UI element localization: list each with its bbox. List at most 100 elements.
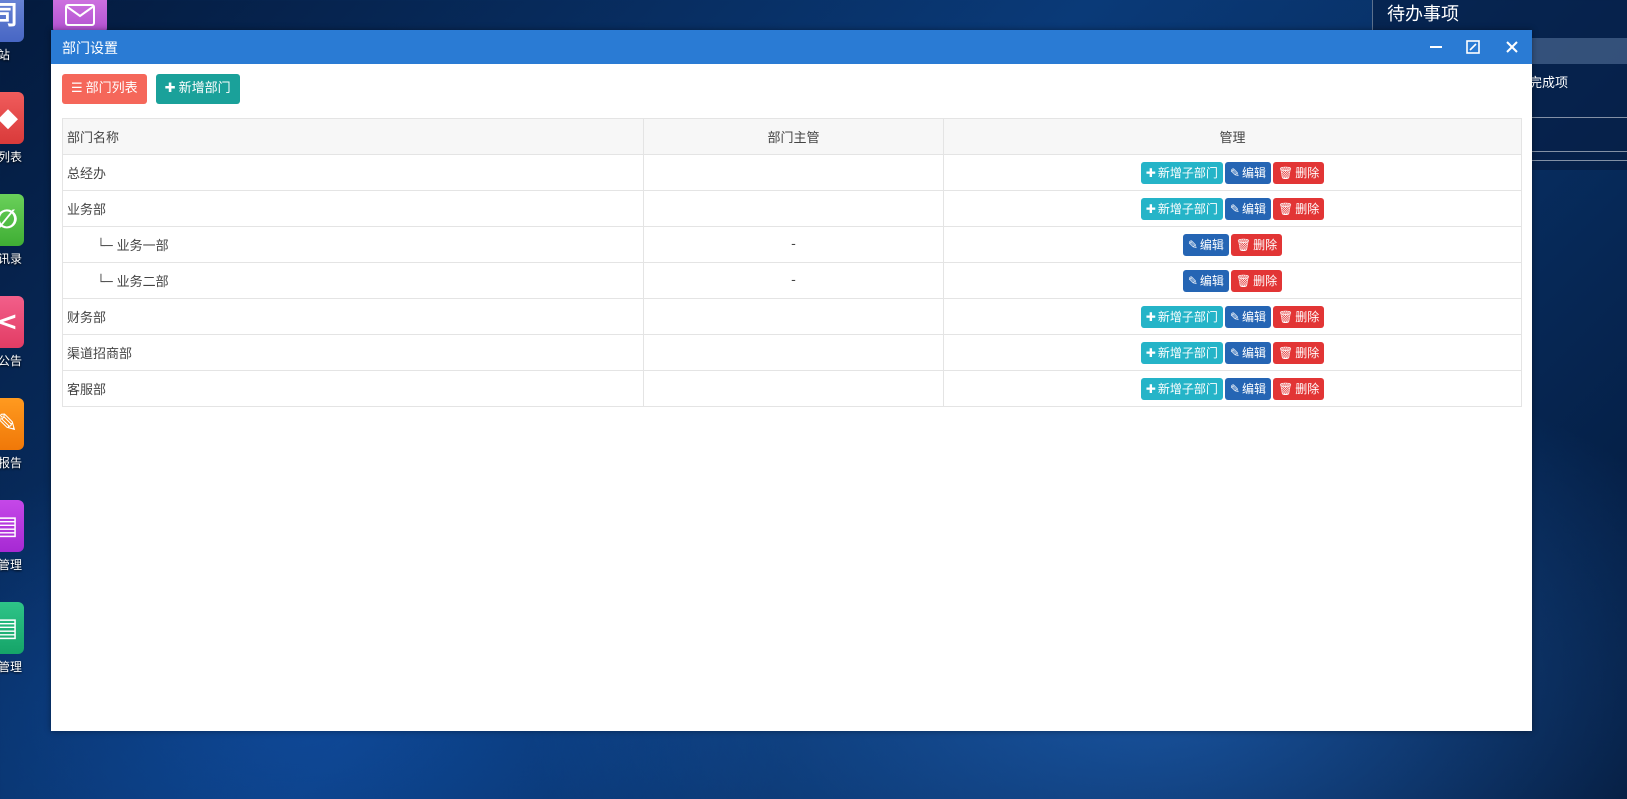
edit-button[interactable]: ✎ 编辑 [1224, 341, 1271, 364]
department-manager-cell [643, 370, 944, 407]
delete-button[interactable]: 🗑 删除 [1230, 233, 1283, 256]
add-department-button[interactable]: ✚ 新增部门 [155, 74, 240, 104]
edit-icon: ✎ [1229, 381, 1240, 396]
delete-button[interactable]: 🗑 删除 [1272, 305, 1325, 328]
add-child-department-button-label: 新增子部门 [1157, 309, 1218, 324]
desktop-app-icon[interactable]: < 公告 [0, 296, 24, 368]
edit-button[interactable]: ✎ 编辑 [1224, 377, 1271, 400]
app-tile: ▤ [0, 500, 24, 552]
actions-cell: ✚ 新增子部门 ✎ 编辑 🗑 删除 [943, 370, 1522, 407]
desktop-app-icon[interactable]: ◆ 列表 [0, 92, 24, 164]
edit-button-label: 编辑 [1199, 273, 1224, 288]
app-glyph-icon: < [0, 307, 18, 337]
close-icon [1506, 41, 1518, 53]
department-name-cell: └─ 业务一部 [62, 226, 644, 263]
department-manager-cell [643, 190, 944, 227]
app-label: 管理 [0, 660, 23, 674]
edit-button[interactable]: ✎ 编辑 [1182, 233, 1229, 256]
todo-divider [1531, 117, 1627, 118]
add-child-department-button-label: 新增子部门 [1157, 201, 1218, 216]
department-name-cell: 总经办 [62, 154, 644, 191]
trash-icon: 🗑 [1277, 201, 1294, 216]
edit-button-label: 编辑 [1199, 237, 1224, 252]
delete-button[interactable]: 🗑 删除 [1272, 341, 1325, 364]
edit-icon: ✎ [1229, 309, 1240, 324]
department-settings-window: 部门设置 ☰ 部门列表 ✚ 新增部门 部门名称 部门主管 管理 总经办 ✚ 新增… [51, 30, 1532, 731]
delete-button-label: 删除 [1295, 165, 1320, 180]
add-department-label: 新增部门 [178, 81, 231, 96]
child-department: └─ 业务一部 [67, 239, 169, 254]
trash-icon: 🗑 [1277, 309, 1294, 324]
department-name: 财务部 [67, 311, 107, 326]
close-button[interactable] [1501, 36, 1523, 58]
desktop-app-icon[interactable]: ✎ 报告 [0, 398, 24, 470]
plus-icon: ✚ [164, 81, 176, 96]
plus-icon: ✚ [1145, 201, 1156, 216]
list-icon: ☰ [71, 81, 83, 96]
desktop-app-icon[interactable]: 司站 [0, 0, 24, 62]
edit-icon: ✎ [1187, 237, 1198, 252]
edit-button-label: 编辑 [1241, 381, 1266, 396]
trash-icon: 🗑 [1277, 345, 1294, 360]
delete-button[interactable]: 🗑 删除 [1230, 269, 1283, 292]
app-tile: ▤ [0, 602, 24, 654]
edit-button[interactable]: ✎ 编辑 [1182, 269, 1229, 292]
desktop-app-icon[interactable]: ∅ 讯录 [0, 194, 24, 266]
tree-branch-icon: └─ [97, 275, 113, 290]
child-department: └─ 业务二部 [67, 275, 169, 290]
delete-button[interactable]: 🗑 删除 [1272, 161, 1325, 184]
delete-button[interactable]: 🗑 删除 [1272, 377, 1325, 400]
delete-button-label: 删除 [1295, 201, 1320, 216]
desktop-app-icon[interactable]: ▤ 管理 [0, 500, 24, 572]
edit-button[interactable]: ✎ 编辑 [1224, 197, 1271, 220]
app-glyph-icon: ▤ [0, 613, 18, 643]
trash-icon: 🗑 [1277, 165, 1294, 180]
edit-button[interactable]: ✎ 编辑 [1224, 305, 1271, 328]
app-tile: 司 [0, 0, 24, 42]
todo-divider [1531, 160, 1627, 161]
maximize-icon [1466, 40, 1480, 54]
department-list-button[interactable]: ☰ 部门列表 [62, 74, 147, 104]
department-name: 客服部 [67, 383, 107, 398]
add-child-department-button-label: 新增子部门 [1157, 165, 1218, 180]
app-label: 站 [0, 48, 11, 62]
table-row: 客服部 ✚ 新增子部门 ✎ 编辑 🗑 删除 [62, 370, 1522, 407]
department-name: 总经办 [67, 167, 107, 182]
department-name-cell: └─ 业务二部 [62, 262, 644, 299]
minimize-button[interactable] [1425, 36, 1447, 58]
add-child-department-button[interactable]: ✚ 新增子部门 [1140, 377, 1223, 400]
department-manager-cell [643, 334, 944, 371]
actions-cell: ✎ 编辑 🗑 删除 [943, 226, 1522, 263]
trash-icon: 🗑 [1235, 237, 1252, 252]
actions-cell: ✚ 新增子部门 ✎ 编辑 🗑 删除 [943, 154, 1522, 191]
department-list-label: 部门列表 [85, 81, 138, 96]
add-child-department-button[interactable]: ✚ 新增子部门 [1140, 197, 1223, 220]
trash-icon: 🗑 [1277, 381, 1294, 396]
window-titlebar[interactable]: 部门设置 [51, 30, 1532, 64]
add-child-department-button[interactable]: ✚ 新增子部门 [1140, 341, 1223, 364]
edit-button[interactable]: ✎ 编辑 [1224, 161, 1271, 184]
table-body: 总经办 ✚ 新增子部门 ✎ 编辑 🗑 删除 业务部 ✚ 新增子部门 ✎ 编辑 🗑 删除 └─ 业务一部 - ✎ 编辑… [62, 154, 1522, 407]
delete-button-label: 删除 [1295, 345, 1320, 360]
actions-cell: ✚ 新增子部门 ✎ 编辑 🗑 删除 [943, 298, 1522, 335]
delete-button[interactable]: 🗑 删除 [1272, 197, 1325, 220]
desktop-app-icon[interactable]: ▤ 管理 [0, 602, 24, 674]
column-header-actions: 管理 [943, 118, 1522, 155]
delete-button-label: 删除 [1295, 381, 1320, 396]
department-name: 业务一部 [116, 239, 169, 254]
app-label: 公告 [0, 354, 23, 368]
mail-app-tile[interactable] [53, 0, 107, 34]
delete-button-label: 删除 [1253, 273, 1278, 288]
edit-button-label: 编辑 [1241, 309, 1266, 324]
app-label: 报告 [0, 456, 23, 470]
todo-panel-text: 完成项 [1529, 76, 1569, 91]
maximize-button[interactable] [1462, 36, 1484, 58]
table-row: └─ 业务二部 - ✎ 编辑 🗑 删除 [62, 262, 1522, 299]
table-row: └─ 业务一部 - ✎ 编辑 🗑 删除 [62, 226, 1522, 263]
add-child-department-button[interactable]: ✚ 新增子部门 [1140, 161, 1223, 184]
app-label: 管理 [0, 558, 23, 572]
plus-icon: ✚ [1145, 309, 1156, 324]
department-name: 业务二部 [116, 275, 169, 290]
table-row: 业务部 ✚ 新增子部门 ✎ 编辑 🗑 删除 [62, 190, 1522, 227]
add-child-department-button[interactable]: ✚ 新增子部门 [1140, 305, 1223, 328]
